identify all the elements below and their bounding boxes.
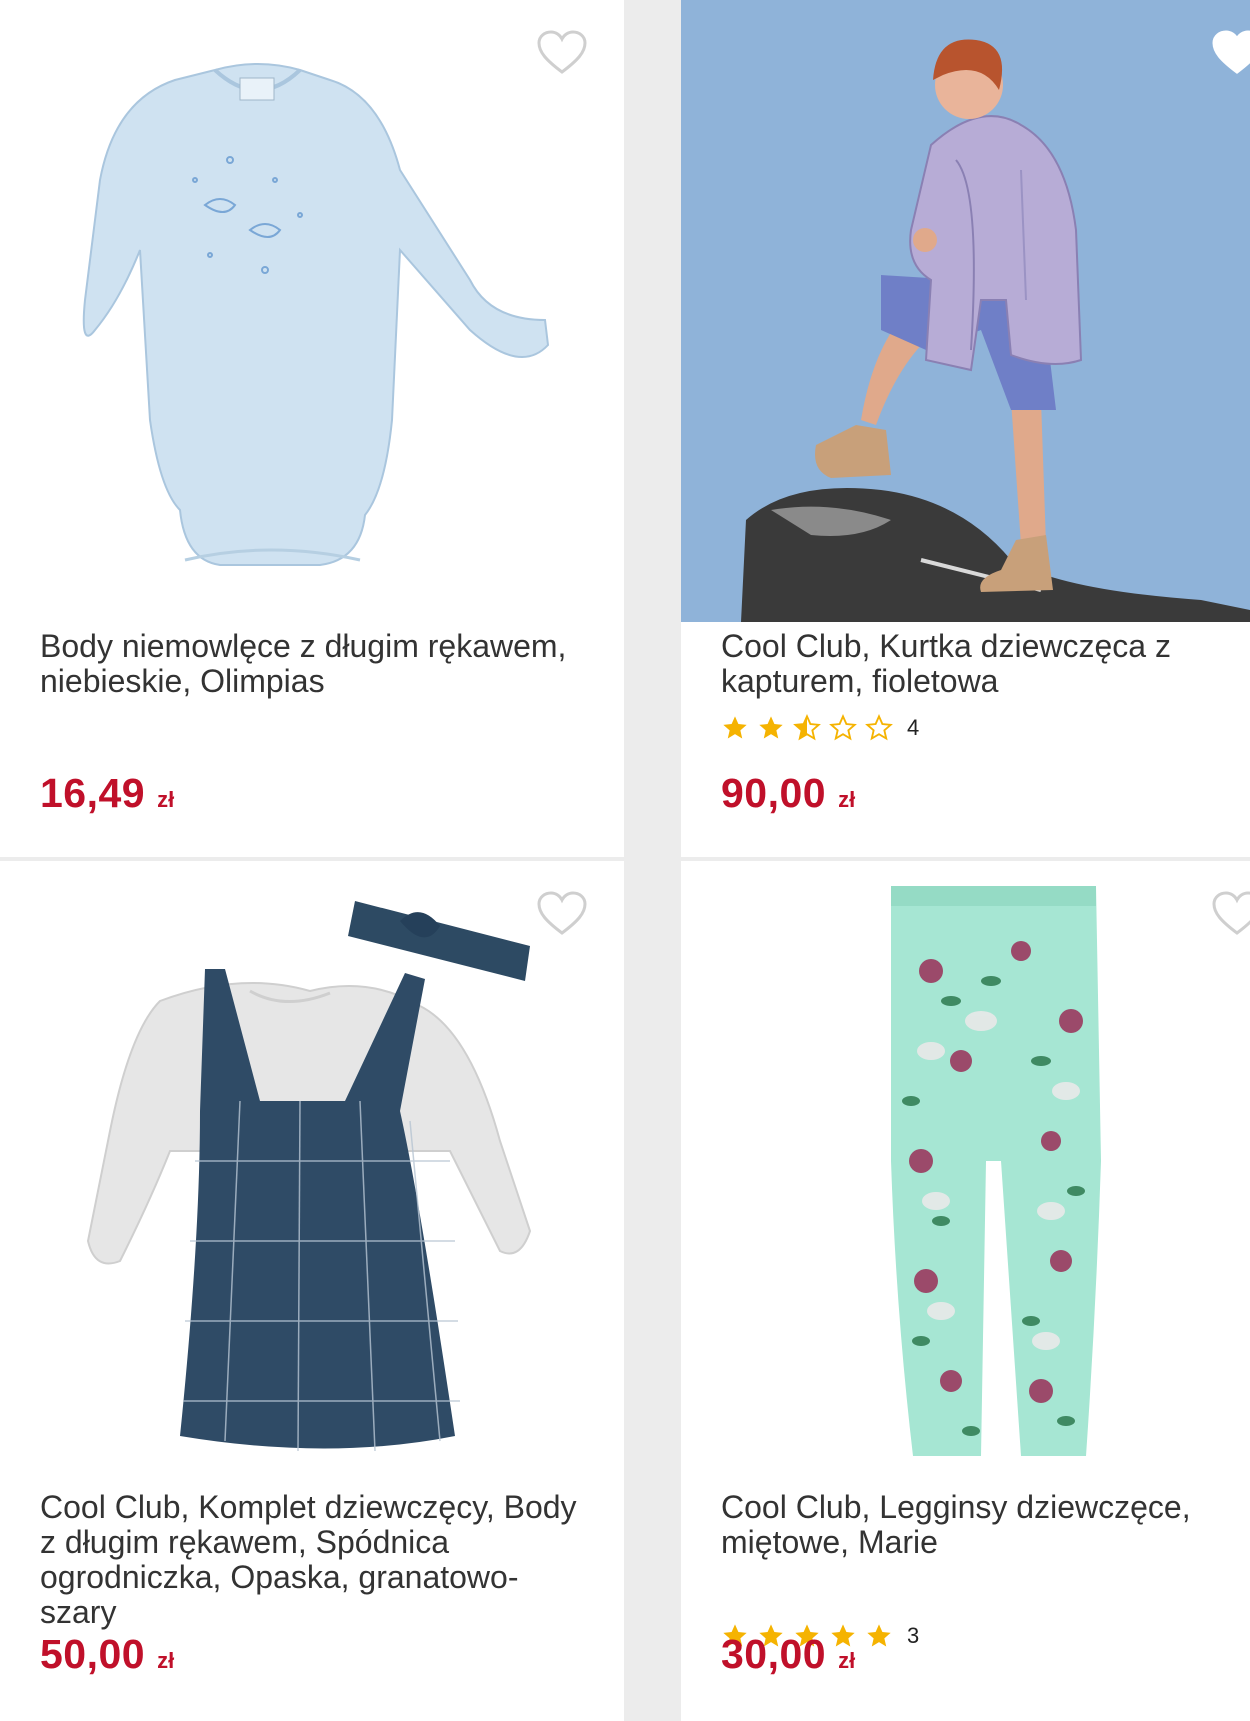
product-price: 16,49 zł <box>40 770 174 817</box>
product-card[interactable]: Cool Club, Kurtka dziewczęca z kapturem,… <box>681 0 1250 857</box>
star-empty-icon <box>829 714 857 741</box>
price-value: 30,00 <box>721 1631 827 1677</box>
rating-count: 3 <box>907 1623 920 1648</box>
price-currency: zł <box>157 1648 175 1673</box>
price-currency: zł <box>157 787 175 812</box>
product-title[interactable]: Cool Club, Legginsy dziewczęce, miętowe,… <box>721 1490 1220 1560</box>
price-value: 90,00 <box>721 770 827 816</box>
product-price: 90,00 zł <box>721 770 855 817</box>
heart-outline-icon[interactable] <box>1211 30 1250 76</box>
heart-outline-icon[interactable] <box>1211 891 1250 937</box>
price-value: 16,49 <box>40 770 146 816</box>
heart-outline-icon[interactable] <box>536 891 588 937</box>
rating-stars: 4 <box>721 714 919 742</box>
heart-outline-icon[interactable] <box>536 30 588 76</box>
product-card[interactable]: Cool Club, Legginsy dziewczęce, miętowe,… <box>681 861 1250 1721</box>
star-full-icon <box>759 716 783 739</box>
product-price: 50,00 zł <box>40 1631 174 1678</box>
product-card[interactable]: Body niemowlęce z długim rękawem, niebie… <box>0 0 624 857</box>
rating-count: 4 <box>907 715 920 740</box>
product-image[interactable] <box>0 0 624 622</box>
price-currency: zł <box>838 1648 856 1673</box>
product-image[interactable] <box>681 861 1250 1483</box>
product-image[interactable] <box>0 861 624 1483</box>
star-empty-icon <box>865 714 893 741</box>
product-title[interactable]: Cool Club, Komplet dziewczęcy, Body z dł… <box>40 1490 594 1630</box>
product-image[interactable] <box>681 0 1250 622</box>
star-full-icon <box>867 1624 891 1647</box>
star-half-icon <box>793 714 821 741</box>
price-currency: zł <box>838 787 856 812</box>
product-title[interactable]: Cool Club, Kurtka dziewczęca z kapturem,… <box>721 629 1220 699</box>
product-card[interactable]: Cool Club, Komplet dziewczęcy, Body z dł… <box>0 861 624 1721</box>
product-title[interactable]: Body niemowlęce z długim rękawem, niebie… <box>40 629 594 699</box>
star-full-icon <box>723 716 747 739</box>
product-price: 30,00 zł <box>721 1631 855 1678</box>
price-value: 50,00 <box>40 1631 146 1677</box>
